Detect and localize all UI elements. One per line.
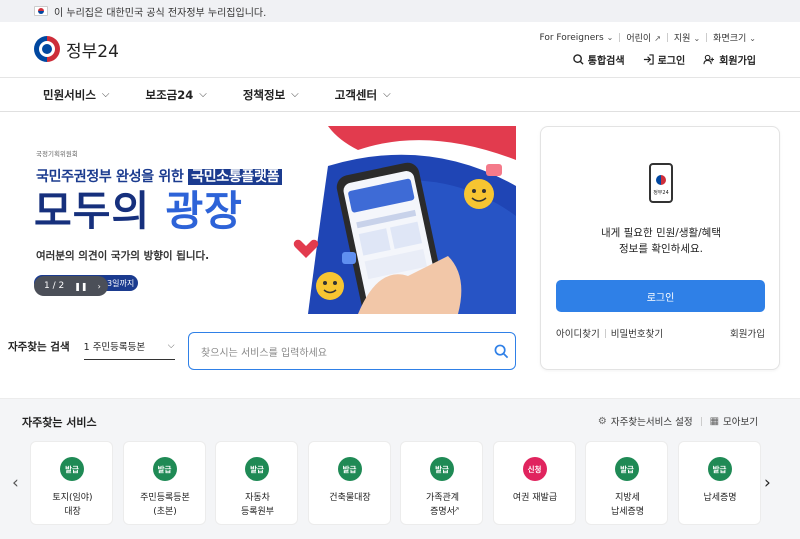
services-tools: ⚙ 자주찾는서비스 설정 ▦ 모아보기 [597,414,758,429]
external-link-icon: ↗ [654,34,661,43]
next-icon[interactable]: › [98,282,101,291]
service-label: 여권 재발급 [512,493,558,503]
service-card[interactable]: 신청여권 재발급 [492,441,576,525]
login-button[interactable]: 로그인 [556,280,765,312]
carousel-prev-icon[interactable]: ‹ [12,473,19,493]
login-link[interactable]: 로그인 [643,52,685,67]
integrated-search-button[interactable]: 통합검색 [572,52,625,67]
nav-subsidy24[interactable]: 보조금24 ⌵ [146,87,207,103]
banner-headline: 모두의 광장 [34,187,243,235]
service-badge: 신청 [522,457,547,481]
grid-icon: ▦ [709,415,720,427]
service-badge: 발급 [60,457,84,481]
find-id-link[interactable]: 아이디찾기 [556,326,600,340]
service-card[interactable]: 발급토지(임야) 대장 [30,441,113,525]
banner-org: 국정기획위원회 [36,150,78,158]
external-link-icon: ↗ [453,505,460,514]
gear-icon: ⚙ [597,415,607,427]
card-join-link[interactable]: 회원가입 [730,326,765,340]
services-carousel: 발급토지(임야) 대장 발급주민등록등본 (초본) 발급자동차 등록원부 발급건… [30,441,761,525]
promo-banner[interactable]: 국정기획위원회 국민주권정부 완성을 위한 국민소통플랫폼 모두의 광장 여러분… [28,126,516,314]
chevron-down-icon: ⌵ [167,340,175,351]
gov-notice-text: 이 누리집은 대한민국 공식 전자정부 누리집입니다. [54,7,267,19]
login-card-message: 내게 필요한 민원/생활/혜택 정보를 확인하세요. [600,227,721,255]
user-add-icon [703,54,715,65]
services-settings-link[interactable]: 자주찾는서비스 설정 [611,414,693,428]
header: 정부24 For Foreigners ⌄ 어린이 ↗ 지원 ⌄ 화면크기 ⌄ 통합검색… [0,22,800,78]
service-badge: 발급 [337,457,362,481]
mobile-phone-icon: 정부24 [649,163,673,203]
search-icon [572,54,584,65]
font-size-link[interactable]: 화면크기 ⌄ [713,31,756,44]
login-card-links: 아이디찾기 비밀번호찾기 회원가입 [556,326,765,340]
service-card[interactable]: 발급자동차 등록원부 [215,441,298,525]
search-placeholder: 찾으시는 서비스를 입력하세요 [201,347,327,359]
foreigners-link[interactable]: For Foreigners ⌄ [539,33,613,43]
login-icon [643,54,654,65]
chevron-down-icon: ⌄ [606,32,614,42]
login-card: 정부24 내게 필요한 민원/생활/혜택 정보를 확인하세요. 로그인 아이디찾… [540,126,780,370]
service-label: 지방세 납세증명 [610,493,645,517]
taegeuk-logo-icon [34,36,60,62]
carousel-next-icon[interactable]: › [764,473,771,493]
service-label: 가족관계 증명서 [425,493,460,517]
banner-subtitle: 국민주권정부 완성을 위한 국민소통플랫폼 [36,166,283,186]
site-logo[interactable]: 정부24 [34,36,119,62]
service-badge: 발급 [430,457,454,481]
header-actions: 통합검색 로그인 회원가입 [572,52,756,67]
nav-customer-center[interactable]: 고객센터 ⌵ [335,87,391,103]
service-label: 건축물대장 [329,493,371,503]
search-input[interactable]: 찾으시는 서비스를 입력하세요 [188,332,516,370]
banner-description: 여러분의 의견이 국가의 방향이 됩니다. [36,250,210,262]
logo-text: 정부24 [66,41,119,62]
main-nav: 민원서비스 ⌵ 보조금24 ⌵ 정책정보 ⌵ 고객센터 ⌵ [0,78,800,112]
pause-icon[interactable]: ❚❚ [74,282,87,291]
service-card[interactable]: 발급납세증명 [677,441,761,525]
nav-civil-services[interactable]: 민원서비스 ⌵ [43,87,110,103]
service-label: 자동차 등록원부 [240,493,275,517]
pager-count: 1 / 2 [44,281,65,291]
service-badge: 발급 [707,457,732,481]
chevron-down-icon: ⌵ [101,89,110,100]
service-label: 토지(임야) 대장 [52,493,93,517]
search-icon[interactable] [487,344,515,359]
service-badge: 발급 [245,457,269,481]
section-title: 자주찾는 서비스 [22,416,97,429]
service-card[interactable]: 발급건축물대장 [307,441,391,525]
frequent-services-section: 자주찾는 서비스 ⚙ 자주찾는서비스 설정 ▦ 모아보기 ‹ › 발급토지(임야… [0,398,800,539]
service-card[interactable]: 발급주민등록등본 (초본) [122,441,206,525]
banner-pager[interactable]: 1 / 2 ❚❚ › [34,276,108,296]
service-label: 주민등록등본 (초본) [140,493,190,517]
support-link[interactable]: 지원 ⌄ [674,31,700,44]
chevron-down-icon: ⌄ [693,34,701,43]
korea-flag-icon [34,6,48,16]
view-all-link[interactable]: 모아보기 [723,414,758,428]
service-card[interactable]: 발급지방세 납세증명 [585,441,668,525]
service-badge: 발급 [615,457,639,481]
utility-links: For Foreigners ⌄ 어린이 ↗ 지원 ⌄ 화면크기 ⌄ [539,31,756,45]
gov-notice-bar: 이 누리집은 대한민국 공식 전자정부 누리집입니다. [0,0,800,22]
join-link[interactable]: 회원가입 [703,52,756,67]
search-row: 자주찾는 검색 1 주민등록등본 ⌵ 찾으시는 서비스를 입력하세요 [8,332,516,370]
nav-policy-info[interactable]: 정책정보 ⌵ [243,87,299,103]
chevron-down-icon: ⌵ [291,89,299,100]
service-card[interactable]: 발급가족관계 증명서 ↗ [400,441,483,525]
chevron-down-icon: ⌵ [383,89,391,100]
service-badge: 발급 [152,457,177,481]
chevron-down-icon: ⌵ [199,89,207,100]
kids-link[interactable]: 어린이 ↗ [626,31,661,44]
find-password-link[interactable]: 비밀번호찾기 [611,326,663,340]
chevron-down-icon: ⌄ [749,34,756,43]
service-label: 납세증명 [703,493,737,503]
search-label: 자주찾는 검색 [8,340,70,353]
frequent-search-select[interactable]: 1 주민등록등본 ⌵ [83,332,175,360]
